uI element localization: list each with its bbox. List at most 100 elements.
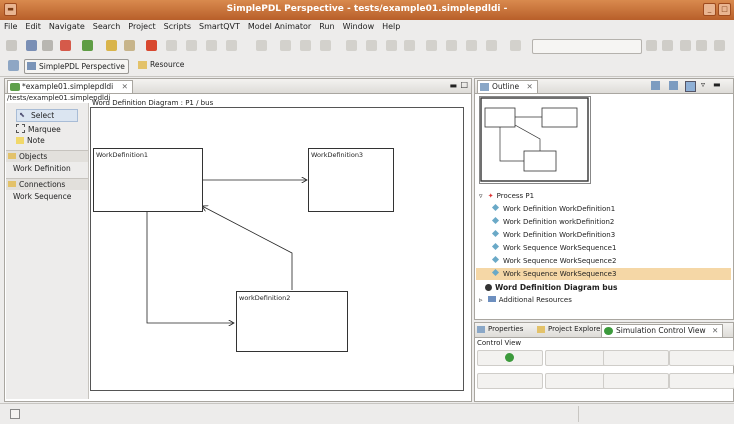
- tree-item[interactable]: Work Definition workDefinition2: [491, 216, 614, 226]
- work-definition-node[interactable]: WorkDefinition3: [308, 148, 394, 212]
- distribute-icon[interactable]: [280, 40, 291, 51]
- search-icon[interactable]: [60, 40, 71, 51]
- run-icon[interactable]: [82, 40, 93, 51]
- back-icon[interactable]: [206, 40, 217, 51]
- match-width-icon[interactable]: [300, 40, 311, 51]
- back-step-button[interactable]: [603, 350, 669, 366]
- nav-up-icon[interactable]: [680, 40, 691, 51]
- font-select[interactable]: [532, 39, 642, 54]
- pause-button[interactable]: [477, 373, 543, 389]
- expand-arrow-icon[interactable]: ▿: [479, 192, 483, 200]
- tree-additional-resources[interactable]: ▹ Additional Resources: [479, 296, 572, 304]
- new-icon[interactable]: [6, 40, 17, 51]
- connection-wd2-wd1[interactable]: [202, 206, 293, 290]
- nav-down-icon[interactable]: [696, 40, 707, 51]
- close-icon[interactable]: ✕: [712, 326, 718, 335]
- close-icon[interactable]: ✕: [527, 82, 533, 91]
- marquee-tool-label: Marquee: [28, 125, 61, 134]
- open-perspective-icon[interactable]: [8, 60, 19, 71]
- print-icon[interactable]: [42, 40, 53, 51]
- menu-scripts[interactable]: Scripts: [160, 20, 195, 33]
- note-tool[interactable]: Note: [16, 136, 45, 145]
- menu-model-animator[interactable]: Model Animator: [244, 20, 315, 33]
- tree-item[interactable]: Work Sequence WorkSequence2: [491, 255, 616, 265]
- view-menu-icon[interactable]: ▿: [701, 80, 705, 89]
- align-center-icon[interactable]: [186, 40, 197, 51]
- menu-run[interactable]: Run: [315, 20, 338, 33]
- tree-view-icon[interactable]: [685, 81, 696, 92]
- menu-search[interactable]: Search: [89, 20, 124, 33]
- stop-icon[interactable]: [146, 40, 157, 51]
- simplepdl-perspective-icon: [27, 62, 36, 70]
- close-icon[interactable]: ✕: [122, 82, 128, 91]
- order-icon[interactable]: [366, 40, 377, 51]
- forward-icon[interactable]: [226, 40, 237, 51]
- nav-left-icon[interactable]: [646, 40, 657, 51]
- pin-icon[interactable]: [714, 40, 725, 51]
- maximize-icon[interactable]: □: [718, 3, 731, 16]
- filter-icon[interactable]: [651, 81, 660, 90]
- tab-project-explorer[interactable]: Project Explorer: [537, 325, 603, 333]
- palette-group-connections[interactable]: Connections: [6, 178, 88, 190]
- minimize-pane-icon[interactable]: ▬: [713, 80, 721, 89]
- grid-icon[interactable]: [404, 40, 415, 51]
- step-button[interactable]: [545, 350, 611, 366]
- minimize-pane-icon[interactable]: ▬: [449, 81, 457, 90]
- editor-tab[interactable]: *example01.simplepdldi ✕: [7, 80, 133, 93]
- diagram-canvas[interactable]: Word Definition Diagram : P1 / bus WorkD…: [90, 99, 464, 391]
- edit-icon[interactable]: [124, 40, 135, 51]
- menu-project[interactable]: Project: [124, 20, 159, 33]
- maximize-pane-icon[interactable]: □: [460, 80, 468, 89]
- props-icon[interactable]: [486, 40, 497, 51]
- perspective-resource[interactable]: Resource: [138, 60, 184, 69]
- layout-icon[interactable]: [256, 40, 267, 51]
- work-definition-node[interactable]: workDefinition2: [236, 291, 348, 352]
- zoom-icon[interactable]: [386, 40, 397, 51]
- overview-icon[interactable]: [669, 81, 678, 90]
- arrange-icon[interactable]: [346, 40, 357, 51]
- forward-step-button[interactable]: [669, 350, 734, 366]
- work-definition-node[interactable]: WorkDefinition1: [93, 148, 203, 212]
- select-tool-label: Select: [31, 111, 55, 120]
- diagram-thumbnail[interactable]: [479, 96, 591, 184]
- tree-diagram-item[interactable]: Word Definition Diagram bus: [485, 283, 617, 292]
- tree-item[interactable]: Work Definition WorkDefinition1: [491, 203, 615, 213]
- tree-item[interactable]: Work Definition WorkDefinition3: [491, 229, 615, 239]
- tree-item[interactable]: Work Sequence WorkSequence1: [491, 242, 616, 252]
- minimize-icon[interactable]: _: [703, 3, 716, 16]
- snap-icon[interactable]: [426, 40, 437, 51]
- menu-smartqvt[interactable]: SmartQVT: [195, 20, 244, 33]
- menu-window[interactable]: Window: [339, 20, 379, 33]
- collapse-arrow-icon[interactable]: ▹: [479, 296, 483, 304]
- resource-perspective-icon: [138, 61, 147, 69]
- stop-button[interactable]: [545, 373, 611, 389]
- menu-file[interactable]: File: [0, 20, 21, 33]
- nav-right-icon[interactable]: [662, 40, 673, 51]
- restart-button[interactable]: [603, 373, 669, 389]
- tab-simulation-control-view[interactable]: Simulation Control View ✕: [601, 324, 724, 337]
- perspective-simplepdl[interactable]: SimplePDL Perspective: [24, 59, 129, 74]
- fill-icon[interactable]: [510, 40, 521, 51]
- tree-item-selected[interactable]: Work Sequence WorkSequence3: [476, 268, 731, 280]
- palette-group-objects[interactable]: Objects: [6, 150, 88, 162]
- reset-button[interactable]: [669, 373, 734, 389]
- outline-tab[interactable]: Outline ✕: [477, 80, 538, 93]
- tree-root[interactable]: ▿ ✦ Process P1: [479, 192, 534, 200]
- work-sequence-tool[interactable]: Work Sequence: [13, 192, 71, 201]
- menu-help[interactable]: Help: [378, 20, 404, 33]
- select-tool[interactable]: ⬉ Select: [16, 109, 78, 122]
- menu-edit[interactable]: Edit: [21, 20, 45, 33]
- menu-navigate[interactable]: Navigate: [45, 20, 89, 33]
- connection-wd1-wd2[interactable]: [146, 212, 234, 323]
- marquee-tool[interactable]: Marquee: [16, 124, 61, 134]
- align-left-icon[interactable]: [166, 40, 177, 51]
- match-height-icon[interactable]: [320, 40, 331, 51]
- save-icon[interactable]: [26, 40, 37, 51]
- export-icon[interactable]: [466, 40, 477, 51]
- ruler-icon[interactable]: [446, 40, 457, 51]
- work-definition-tool[interactable]: Work Definition: [13, 164, 71, 173]
- tab-properties[interactable]: Properties: [477, 325, 523, 333]
- fast-view-icon[interactable]: [10, 409, 20, 419]
- play-button[interactable]: [477, 350, 543, 366]
- open-type-icon[interactable]: [106, 40, 117, 51]
